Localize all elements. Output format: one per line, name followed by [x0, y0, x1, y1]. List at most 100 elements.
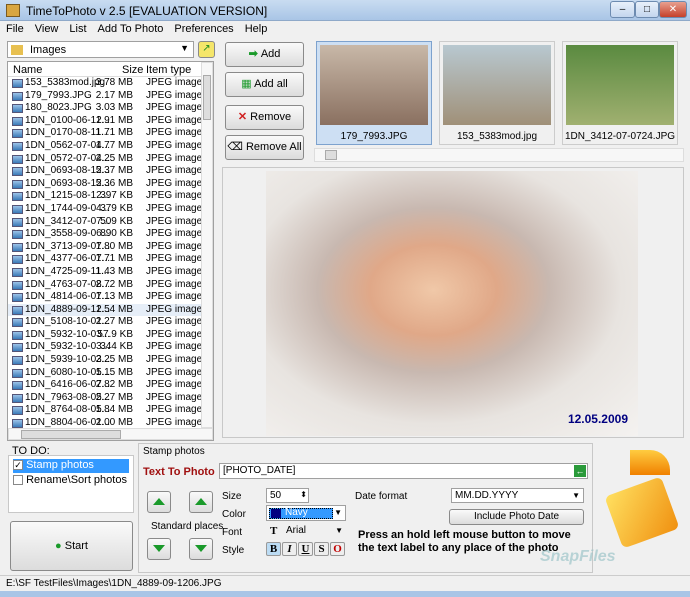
list-item[interactable]: 1DN_0100-06-12... 1.91 MB JPEG image [8, 115, 203, 128]
file-type: JPEG image [146, 316, 203, 328]
up-arrow-icon [195, 498, 207, 505]
column-type[interactable]: Item type [146, 64, 191, 76]
add-all-button[interactable]: ▦ Add all [225, 72, 304, 97]
apply-arrow-icon[interactable]: ← [574, 465, 586, 477]
list-item[interactable]: 1DN_8764-08-05... 1.84 MB JPEG image [8, 404, 203, 417]
list-item[interactable]: 1DN_6416-06-07... 2.82 MB JPEG image [8, 379, 203, 392]
vertical-scrollbar[interactable] [201, 62, 213, 428]
todo-item[interactable]: ✓ Stamp photos [13, 459, 129, 473]
bottom-right-button[interactable] [189, 538, 213, 560]
add-button[interactable]: ➡ Add [225, 42, 304, 67]
font-icon: T [270, 525, 278, 537]
list-item[interactable]: 1DN_6080-10-05... 1.15 MB JPEG image [8, 367, 203, 380]
list-item[interactable]: 1DN_4814-06-07... 1.13 MB JPEG image [8, 291, 203, 304]
list-item[interactable]: 153_5383mod.jpg 3.78 MB JPEG image [8, 77, 203, 90]
list-item[interactable]: 1DN_0693-08-12... 5.36 MB JPEG image [8, 178, 203, 191]
image-file-icon [12, 192, 23, 202]
file-size: 344 KB [100, 341, 133, 353]
folder-select[interactable]: Images ▼ [7, 41, 194, 58]
size-input[interactable]: 50 ⬍ [266, 488, 309, 503]
list-item[interactable]: 1DN_3558-09-06... 890 KB JPEG image [8, 228, 203, 241]
list-item[interactable]: 1DN_7963-08-05... 2.27 MB JPEG image [8, 392, 203, 405]
menu-file[interactable]: File [0, 21, 29, 35]
file-size: 1.80 MB [95, 240, 133, 252]
bottom-left-button[interactable] [147, 538, 171, 560]
image-file-icon [12, 217, 23, 227]
file-type: JPEG image [146, 265, 203, 277]
list-item[interactable]: 179_7993.JPG 2.17 MB JPEG image [8, 90, 203, 103]
remove-button[interactable]: ✕ Remove [225, 105, 304, 130]
list-item[interactable]: 1DN_4377-06-07... 1.71 MB JPEG image [8, 253, 203, 266]
remove-all-button[interactable]: ⌫ Remove All [225, 135, 304, 160]
list-item[interactable]: 1DN_0562-07-04... 1.77 MB JPEG image [8, 140, 203, 153]
status-path: E:\SF TestFiles\Images\1DN_4889-09-1206.… [6, 578, 222, 589]
font-select[interactable]: T Arial ▼ [266, 524, 346, 539]
list-item[interactable]: 1DN_3412-07-07... 509 KB JPEG image [8, 216, 203, 229]
file-type: JPEG image [146, 89, 203, 101]
arrow-right-icon: ➡ [248, 48, 261, 60]
thumbnail[interactable]: 1DN_3412-07-0724.JPG [562, 41, 678, 145]
spinner-icon[interactable]: ⬍ [300, 490, 307, 499]
file-size: 1.43 MB [95, 265, 133, 277]
text-to-photo-input[interactable]: [PHOTO_DATE] ← [219, 463, 588, 479]
menu-help[interactable]: Help [239, 21, 273, 35]
file-type: JPEG image [146, 253, 203, 265]
file-size: 1.77 MB [95, 139, 133, 151]
menu-view[interactable]: View [29, 21, 64, 35]
file-type: JPEG image [146, 366, 203, 378]
eraser-icon: ⌫ [227, 141, 246, 153]
list-item[interactable]: 1DN_0693-08-12... 5.37 MB JPEG image [8, 165, 203, 178]
list-item[interactable]: 1DN_5939-10-03... 2.25 MB JPEG image [8, 354, 203, 367]
list-item[interactable]: 1DN_4763-07-08... 2.72 MB JPEG image [8, 279, 203, 292]
file-type: JPEG image [146, 77, 203, 88]
checkbox[interactable] [13, 475, 23, 486]
list-item[interactable]: 1DN_3713-09-07... 1.80 MB JPEG image [8, 241, 203, 254]
image-file-icon [12, 267, 23, 277]
preview-photo[interactable]: 12.05.2009 [266, 171, 638, 436]
date-format-select[interactable]: MM.DD.YYYY ▼ [451, 488, 584, 503]
style-italic-button[interactable]: I [282, 542, 297, 556]
column-size[interactable]: Size [122, 64, 143, 76]
thumbnail-scrollbar[interactable] [314, 148, 684, 162]
list-item[interactable]: 1DN_1744-09-04... 379 KB JPEG image [8, 203, 203, 216]
menu-list[interactable]: List [63, 21, 91, 35]
list-item[interactable]: 1DN_5932-10-03... 57.9 KB JPEG image [8, 329, 203, 342]
todo-item[interactable]: Rename\Sort photos [13, 474, 129, 488]
checkbox[interactable]: ✓ [13, 460, 23, 471]
chevron-down-icon: ▼ [335, 526, 343, 535]
file-type: JPEG image [146, 303, 203, 315]
style-bold-button[interactable]: B [266, 542, 281, 556]
column-name[interactable]: Name [13, 64, 42, 76]
list-item[interactable]: 1DN_4725-09-11... 1.43 MB JPEG image [8, 266, 203, 279]
file-size: 509 KB [100, 215, 133, 227]
include-photo-date-button[interactable]: Include Photo Date [449, 509, 584, 525]
style-shadow-button[interactable]: S [314, 542, 329, 556]
thumbnail-label: 1DN_3412-07-0724.JPG [564, 131, 676, 142]
menu-preferences[interactable]: Preferences [168, 21, 238, 35]
list-item[interactable]: 180_8023.JPG 3.03 MB JPEG image [8, 102, 203, 115]
app-icon [6, 4, 20, 17]
thumbnail[interactable]: 153_5383mod.jpg [439, 41, 555, 145]
image-file-icon [12, 419, 23, 429]
photo-date-stamp[interactable]: 12.05.2009 [568, 412, 628, 426]
style-outline-button[interactable]: O [330, 542, 345, 556]
top-left-button[interactable] [147, 491, 171, 513]
list-item[interactable]: 1DN_4889-09-12... 1.54 MB JPEG image [8, 303, 203, 317]
list-item[interactable]: 1DN_5932-10-03... 344 KB JPEG image [8, 341, 203, 354]
list-item[interactable]: 1DN_1215-08-12... 397 KB JPEG image [8, 190, 203, 203]
list-item[interactable]: 1DN_5108-10-01... 2.27 MB JPEG image [8, 316, 203, 329]
file-type: JPEG image [146, 127, 203, 139]
file-size: 2.72 MB [95, 278, 133, 290]
list-item[interactable]: 1DN_0170-08-11... 1.71 MB JPEG image [8, 127, 203, 140]
color-select[interactable]: Navy ▼ [266, 505, 346, 521]
thumbnail[interactable]: 179_7993.JPG [316, 41, 432, 145]
file-list[interactable]: Name Size Item type 153_5383mod.jpg 3.78 … [7, 61, 214, 441]
image-file-icon [12, 154, 23, 164]
menu-add-to-photo[interactable]: Add To Photo [92, 21, 169, 35]
folder-up-button[interactable]: ↗ [198, 41, 215, 58]
top-right-button[interactable] [189, 491, 213, 513]
start-button[interactable]: ● Start [10, 521, 133, 571]
list-item[interactable]: 1DN_0572-07-04... 2.25 MB JPEG image [8, 153, 203, 166]
style-underline-button[interactable]: U [298, 542, 313, 556]
horizontal-scrollbar[interactable] [8, 428, 213, 440]
